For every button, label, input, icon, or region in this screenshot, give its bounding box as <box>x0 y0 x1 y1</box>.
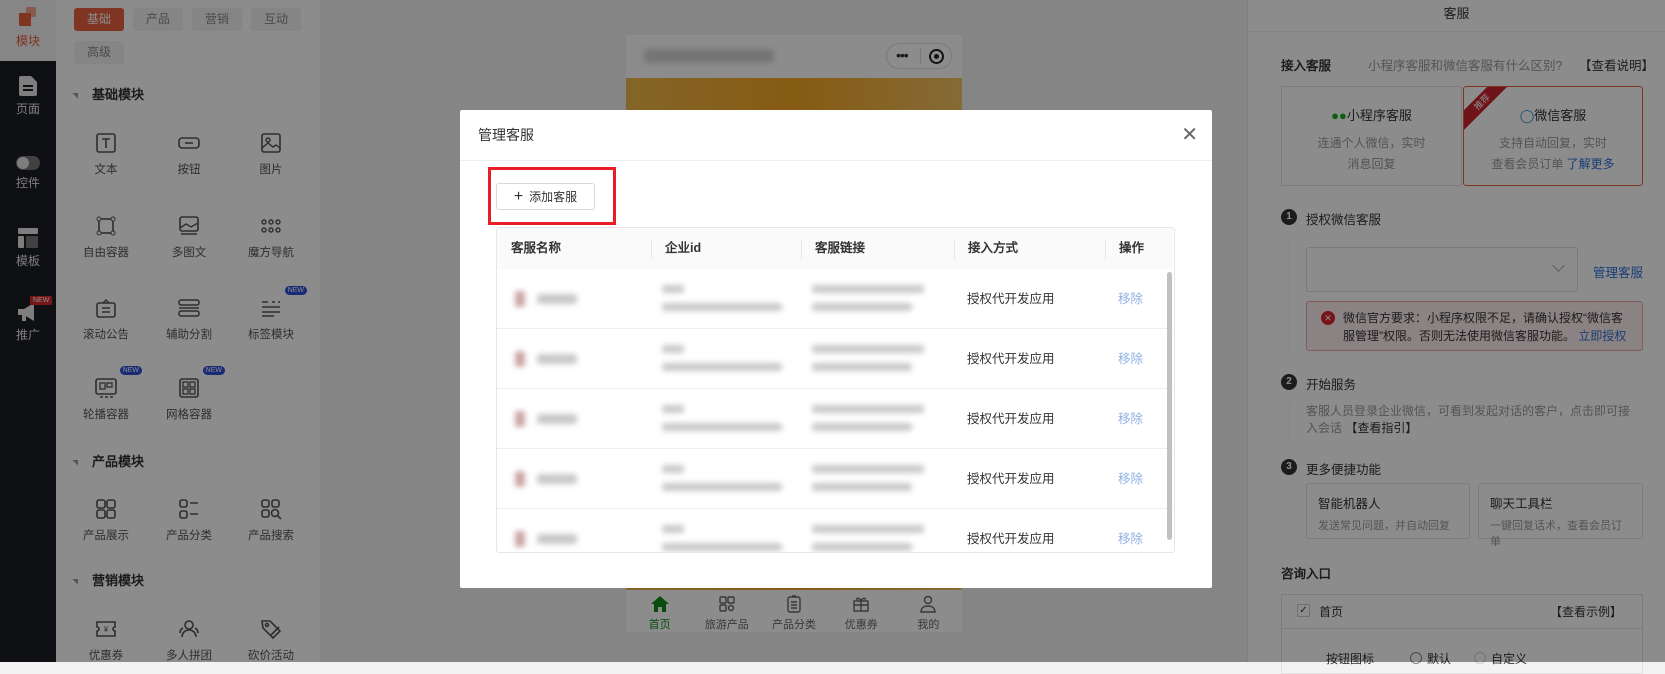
blurred-name <box>537 294 577 304</box>
col-name: 客服名称 <box>511 228 562 269</box>
col-link: 客服链接 <box>815 228 866 269</box>
blurred-avatar <box>515 291 525 307</box>
table-row: 授权代开发应用 移除 <box>497 269 1173 329</box>
service-table: 客服名称 企业id 客服链接 接入方式 操作 授权代开发应用 移除 授权代开发应用移… <box>496 227 1175 553</box>
dialog-title: 管理客服 <box>478 127 534 143</box>
blurred-link <box>812 525 924 533</box>
remove-link[interactable]: 移除 <box>1118 329 1143 389</box>
access-method: 授权代开发应用 <box>967 292 1055 306</box>
blurred-avatar <box>515 411 525 427</box>
col-method: 接入方式 <box>968 228 1019 269</box>
remove-link[interactable]: 移除 <box>1118 449 1143 509</box>
close-icon[interactable]: ✕ <box>1181 122 1198 147</box>
blurred-name <box>537 534 577 544</box>
plus-icon: + <box>513 188 524 205</box>
blurred-link <box>812 345 924 353</box>
blurred-corp-id <box>662 405 684 413</box>
blurred-avatar <box>515 531 525 547</box>
blurred-link <box>812 405 924 413</box>
access-method: 授权代开发应用 <box>967 412 1055 426</box>
access-method: 授权代开发应用 <box>967 472 1055 486</box>
table-row: 授权代开发应用 移除 <box>497 329 1173 389</box>
table-row: 授权代开发应用 移除 <box>497 509 1173 552</box>
blurred-corp-id <box>662 285 684 293</box>
col-action: 操作 <box>1119 228 1145 269</box>
blurred-name <box>537 354 577 364</box>
blurred-name <box>537 474 577 484</box>
manage-service-dialog: 管理客服 ✕ + 添加客服 客服名称 企业id 客服链接 接入方式 操作 授权代开… <box>460 110 1212 588</box>
table-row: 授权代开发应用 移除 <box>497 449 1173 509</box>
blurred-avatar <box>515 351 525 367</box>
blurred-link <box>812 285 924 293</box>
col-corp-id: 企业id <box>665 228 702 269</box>
blurred-corp-id <box>662 345 684 353</box>
blurred-corp-id <box>662 465 684 473</box>
add-service-button[interactable]: + 添加客服 <box>496 183 595 210</box>
blurred-link <box>812 465 924 473</box>
table-row: 授权代开发应用 移除 <box>497 389 1173 449</box>
table-scrollbar[interactable] <box>1167 272 1172 540</box>
blurred-corp-id <box>662 525 684 533</box>
access-method: 授权代开发应用 <box>967 352 1055 366</box>
access-method: 授权代开发应用 <box>967 532 1055 546</box>
remove-link[interactable]: 移除 <box>1118 269 1143 329</box>
remove-link[interactable]: 移除 <box>1118 389 1143 449</box>
blurred-name <box>537 414 577 424</box>
remove-link[interactable]: 移除 <box>1118 509 1143 552</box>
blurred-avatar <box>515 471 525 487</box>
